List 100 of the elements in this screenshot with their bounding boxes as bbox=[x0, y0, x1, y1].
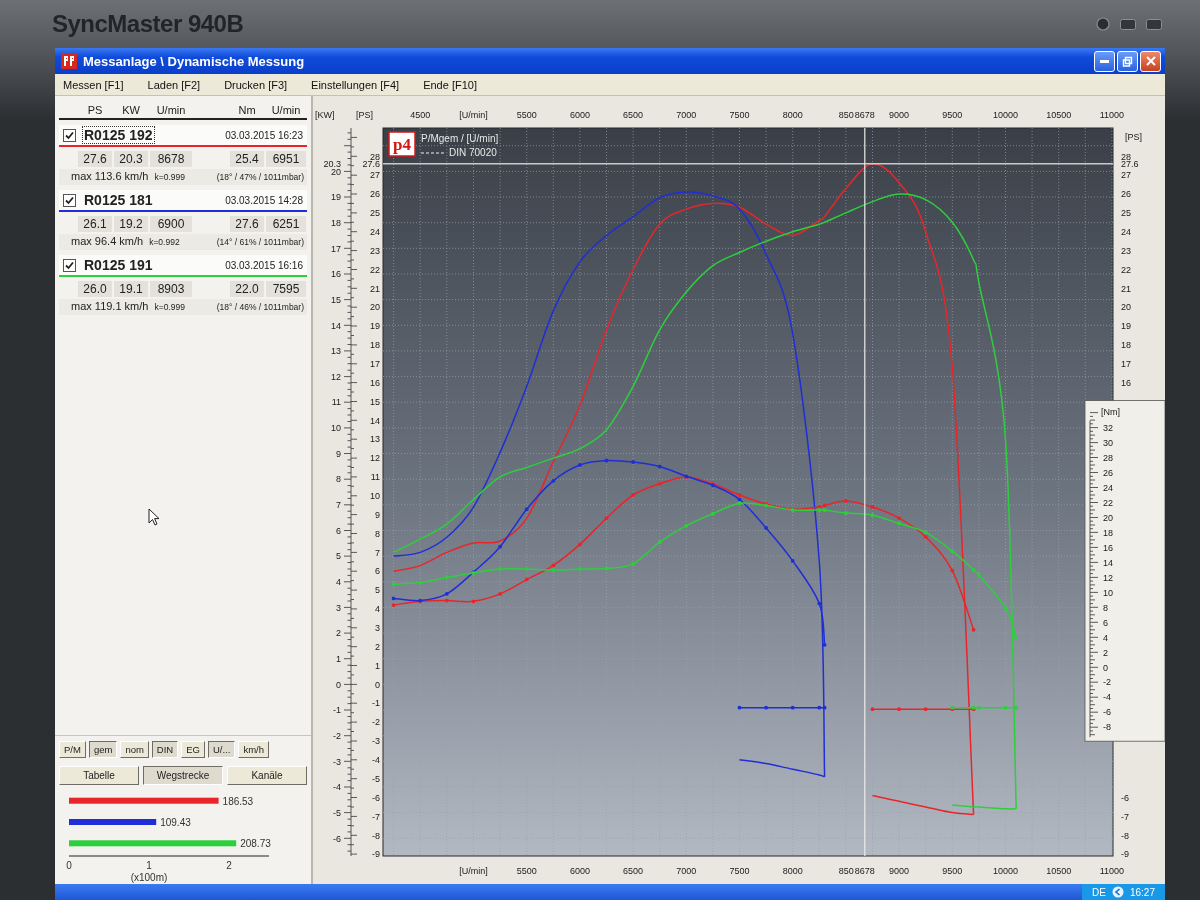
axis-tick-label: -8 bbox=[1103, 722, 1111, 733]
axis-tick-label: 1 bbox=[375, 660, 380, 671]
axis-tick-label: -6 bbox=[333, 833, 341, 844]
axis-tick-label: -3 bbox=[333, 756, 341, 767]
axis-tick-label: 11 bbox=[370, 472, 380, 483]
axis-tick-label: 1 bbox=[146, 860, 152, 871]
axis-tick-label: 18 bbox=[1121, 340, 1131, 351]
value-cell: 27.6 bbox=[78, 151, 112, 167]
axis-tick-label: 12 bbox=[1103, 572, 1113, 583]
axis-tick-label: 10 bbox=[370, 491, 380, 501]
axis-tick-label: 26 bbox=[370, 189, 380, 200]
axis-tick-label: 11000 bbox=[1099, 866, 1125, 876]
bar-value-label: 186.53 bbox=[222, 795, 254, 807]
axis-tick-label: 8000 bbox=[782, 110, 803, 120]
column-header: PS bbox=[86, 104, 104, 116]
axis-tick-label: 27.6 bbox=[362, 159, 380, 169]
axis-tick-label: 7000 bbox=[676, 110, 697, 120]
axis-tick-label: 10000 bbox=[993, 110, 1018, 120]
max-speed-text: max 119.1 km/h bbox=[71, 300, 149, 312]
value-cell: 8678 bbox=[150, 151, 192, 167]
axis-tick-label: 10500 bbox=[1046, 866, 1072, 876]
value-cell: 19.2 bbox=[114, 216, 148, 232]
axis-tick-label: 18 bbox=[370, 340, 380, 351]
axis-tick-label: 2 bbox=[375, 641, 380, 652]
chart-title: P/Mgem / [U/min] bbox=[421, 133, 499, 144]
value-cell: 26.0 bbox=[78, 281, 112, 297]
axis-unit-label: [U/min] bbox=[459, 110, 488, 120]
axis-tick-label: 28 bbox=[1121, 151, 1131, 162]
axis-tick-label: 2 bbox=[336, 628, 341, 639]
value-cell: 26.1 bbox=[78, 216, 112, 232]
axis-tick-label: -2 bbox=[333, 730, 341, 741]
axis-tick-label: 25 bbox=[1121, 208, 1131, 219]
axis-tick-label: -4 bbox=[372, 755, 380, 765]
axis-tick-label: 6500 bbox=[623, 866, 644, 876]
axis-tick-label: 13 bbox=[331, 346, 341, 357]
axis-tick-label: 20 bbox=[331, 166, 341, 177]
axis-tick-label: 8000 bbox=[782, 866, 803, 876]
axis-tick-label: -1 bbox=[333, 705, 341, 716]
axis-tick-label: 28 bbox=[1103, 452, 1113, 463]
axis-tick-label: 25 bbox=[370, 208, 380, 219]
axis-tick-label: 28 bbox=[370, 151, 380, 162]
axis-tick-label: 22 bbox=[1121, 264, 1131, 275]
axis-tick-label: -6 bbox=[372, 792, 380, 803]
legend-label: DIN 70020 bbox=[449, 147, 497, 158]
axis-tick-label: 6 bbox=[1103, 617, 1108, 628]
axis-tick-label: 24 bbox=[1121, 226, 1131, 237]
axis-tick-label: 17 bbox=[331, 243, 341, 254]
axis-tick-label: -5 bbox=[372, 773, 380, 784]
axis-tick-label: -3 bbox=[372, 736, 380, 747]
axis-tick-label: 9000 bbox=[889, 866, 910, 876]
axis-tick-label: 24 bbox=[370, 226, 380, 237]
axis-tick-label: -5 bbox=[333, 807, 341, 818]
axis-tick-label: -9 bbox=[372, 849, 380, 860]
axis-tick-label: -1 bbox=[372, 698, 380, 709]
correction-factor-text: k=0.999 bbox=[154, 302, 185, 312]
axis-tick-label: 16 bbox=[370, 377, 380, 388]
axis-tick-label: 27 bbox=[1121, 170, 1131, 181]
axis-tick-label: 27.6 bbox=[1121, 159, 1139, 169]
value-cell: 8903 bbox=[150, 281, 192, 297]
axis-unit-label: [PS] bbox=[356, 110, 373, 120]
axis-tick-label: 15 bbox=[331, 294, 341, 305]
axis-tick-label: 21 bbox=[370, 283, 380, 294]
bar-value-label: 109.43 bbox=[160, 817, 191, 828]
value-cell: 6951 bbox=[266, 151, 306, 167]
axis-tick-label: -4 bbox=[1103, 692, 1111, 703]
axis-tick-label: 10 bbox=[1103, 587, 1113, 598]
axis-tick-label: 2 bbox=[1103, 647, 1108, 658]
axis-tick-label: 24 bbox=[1103, 482, 1113, 493]
axis-tick-label: 17 bbox=[370, 359, 380, 369]
axis-tick-label: 16 bbox=[1121, 377, 1131, 388]
axis-tick-label: 4 bbox=[1103, 632, 1108, 643]
axis-tick-label: 0 bbox=[336, 679, 341, 690]
axis-tick-label: 850 bbox=[838, 110, 854, 120]
axis-tick-label: 6 bbox=[375, 566, 380, 577]
window-title: Messanlage \ Dynamische Messung bbox=[83, 53, 305, 69]
axis-tick-label: 2 bbox=[226, 860, 232, 871]
axis-tick-label: -9 bbox=[1121, 849, 1129, 860]
axis-tick-label: 5 bbox=[375, 585, 380, 596]
axis-tick-label: 26 bbox=[1121, 189, 1131, 200]
value-cell: 27.6 bbox=[230, 216, 264, 232]
axis-tick-label: 15 bbox=[370, 396, 380, 407]
axis-tick-label: 10500 bbox=[1046, 110, 1072, 120]
axis-tick-label: 20 bbox=[370, 302, 380, 313]
value-cell: 22.0 bbox=[230, 281, 264, 297]
axis-tick-label: 14 bbox=[331, 320, 341, 331]
axis-tick-label: 12 bbox=[370, 453, 380, 464]
run-date: 03.03.2015 14:28 bbox=[225, 194, 303, 206]
axis-tick-label: 32 bbox=[1103, 422, 1113, 433]
run-date: 03.03.2015 16:16 bbox=[225, 259, 303, 271]
axis-tick-label: 11 bbox=[331, 397, 341, 408]
conditions-text: (18° / 47% / 1011mbar) bbox=[216, 172, 304, 182]
axis-tick-label: 19 bbox=[331, 192, 341, 203]
axis-tick-label: 23 bbox=[1121, 245, 1131, 256]
axis-tick-label: 10 bbox=[331, 423, 341, 434]
value-cell: 19.1 bbox=[114, 281, 148, 297]
axis-tick-label: 27 bbox=[370, 170, 380, 181]
bar-value-label: 208.73 bbox=[240, 838, 271, 850]
axis-tick-label: -7 bbox=[372, 811, 380, 822]
axis-tick-label: -7 bbox=[1121, 811, 1129, 822]
axis-tick-label: 7 bbox=[336, 500, 341, 510]
